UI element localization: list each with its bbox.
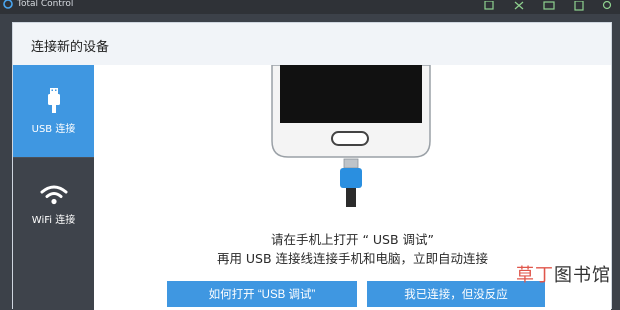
folder-icon[interactable] bbox=[542, 0, 556, 12]
watermark-part-1: 草丁 bbox=[516, 265, 554, 286]
screenshot-icon[interactable] bbox=[482, 0, 496, 12]
phone-usb-illustration bbox=[271, 65, 431, 207]
wifi-icon bbox=[40, 185, 67, 204]
dialog-title: 连接新的设备 bbox=[31, 40, 110, 55]
dialog-header: 连接新的设备 bbox=[13, 23, 611, 66]
sidebar-item-usb[interactable]: USB 连接 bbox=[13, 65, 94, 157]
fullscreen-icon[interactable] bbox=[512, 0, 526, 12]
settings-icon[interactable] bbox=[600, 0, 614, 12]
clipboard-icon[interactable] bbox=[572, 0, 586, 12]
watermark-part-2: 图书馆 bbox=[554, 265, 611, 286]
usb-icon bbox=[47, 87, 60, 113]
sidebar-item-label: USB 连接 bbox=[31, 123, 76, 135]
sidebar-item-wifi[interactable]: WiFi 连接 bbox=[13, 158, 94, 250]
instruction-line-1: 请在手机上打开 “ USB 调试” bbox=[270, 232, 435, 247]
connection-type-sidebar: USB 连接 WiFi 连接 bbox=[13, 65, 94, 310]
app-title: Total Control bbox=[17, 0, 74, 9]
how-to-enable-usb-debugging-button[interactable]: 如何打开 “USB 调试” bbox=[167, 281, 357, 307]
sidebar-item-label: WiFi 连接 bbox=[31, 214, 76, 226]
watermark: 草丁图书馆 bbox=[516, 261, 611, 287]
app-logo-icon bbox=[3, 0, 13, 9]
app-title-bar: Total Control bbox=[0, 0, 620, 14]
